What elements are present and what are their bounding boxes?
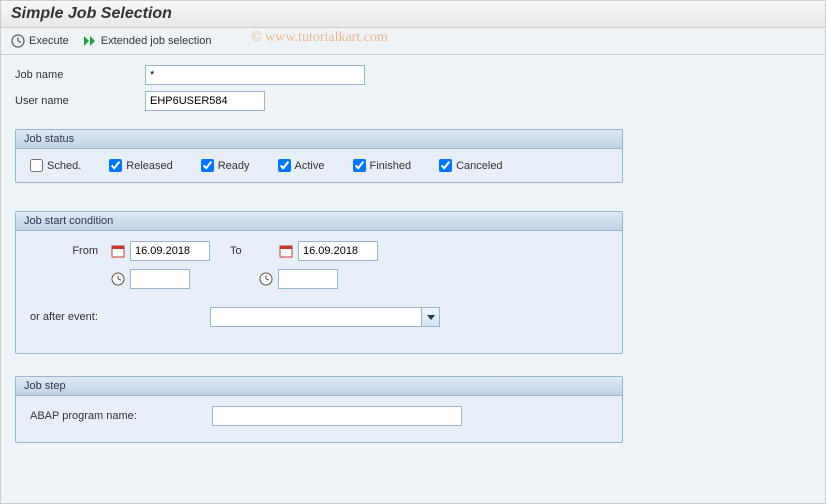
job-name-input[interactable]: [145, 65, 365, 85]
user-name-label: User name: [15, 95, 145, 107]
from-time-input[interactable]: [130, 269, 190, 289]
app-window: Simple Job Selection Execute Extended jo…: [0, 0, 826, 504]
active-checkbox-input[interactable]: [278, 159, 291, 172]
user-name-row: User name: [15, 91, 811, 111]
canceled-checkbox[interactable]: Canceled: [439, 159, 502, 172]
ready-label: Ready: [218, 160, 250, 172]
job-status-group: Job status Sched. Released Ready: [15, 129, 623, 183]
ready-checkbox-input[interactable]: [201, 159, 214, 172]
abap-program-input[interactable]: [212, 406, 462, 426]
to-date-icon[interactable]: [278, 243, 294, 259]
job-name-row: Job name: [15, 65, 811, 85]
combo-dropdown-button[interactable]: [421, 308, 439, 326]
released-label: Released: [126, 160, 172, 172]
extended-selection-button[interactable]: Extended job selection: [83, 34, 212, 48]
page-title: Simple Job Selection: [11, 5, 172, 22]
job-status-title: Job status: [16, 130, 622, 149]
job-start-title: Job start condition: [16, 212, 622, 231]
watermark-text: © www.tutorialkart.com: [251, 30, 388, 46]
active-checkbox[interactable]: Active: [278, 159, 325, 172]
execute-label: Execute: [29, 35, 69, 47]
from-date-input[interactable]: [130, 241, 210, 261]
job-step-group: Job step ABAP program name:: [15, 376, 623, 443]
extended-icon: [83, 34, 97, 48]
to-time-icon[interactable]: [258, 271, 274, 287]
form-body: Job name User name Job status Sched. Rel…: [1, 55, 825, 453]
job-start-group: Job start condition From To: [15, 211, 623, 354]
execute-button[interactable]: Execute: [11, 34, 69, 48]
sched-checkbox[interactable]: Sched.: [30, 159, 81, 172]
sched-checkbox-input[interactable]: [30, 159, 43, 172]
ready-checkbox[interactable]: Ready: [201, 159, 250, 172]
canceled-checkbox-input[interactable]: [439, 159, 452, 172]
from-to-date-row: From To: [30, 241, 608, 261]
execute-icon: [11, 34, 25, 48]
canceled-label: Canceled: [456, 160, 502, 172]
after-event-label: or after event:: [30, 311, 210, 323]
from-date-icon[interactable]: [110, 243, 126, 259]
page-title-bar: Simple Job Selection: [1, 1, 825, 28]
from-to-time-row: [30, 269, 608, 289]
sched-label: Sched.: [47, 160, 81, 172]
job-name-label: Job name: [15, 69, 145, 81]
from-time-icon[interactable]: [110, 271, 126, 287]
extended-label: Extended job selection: [101, 35, 212, 47]
after-event-row: or after event:: [30, 307, 608, 327]
to-label: To: [230, 245, 258, 257]
abap-row: ABAP program name:: [30, 406, 608, 426]
to-date-input[interactable]: [298, 241, 378, 261]
finished-label: Finished: [370, 160, 412, 172]
to-time-input[interactable]: [278, 269, 338, 289]
abap-label: ABAP program name:: [30, 410, 212, 422]
from-label: From: [30, 245, 110, 257]
finished-checkbox-input[interactable]: [353, 159, 366, 172]
released-checkbox-input[interactable]: [109, 159, 122, 172]
toolbar: Execute Extended job selection © www.tut…: [1, 28, 825, 55]
job-step-title: Job step: [16, 377, 622, 396]
released-checkbox[interactable]: Released: [109, 159, 172, 172]
finished-checkbox[interactable]: Finished: [353, 159, 412, 172]
active-label: Active: [295, 160, 325, 172]
user-name-input[interactable]: [145, 91, 265, 111]
chevron-down-icon: [426, 312, 436, 322]
after-event-combo[interactable]: [210, 307, 440, 327]
status-checkbox-row: Sched. Released Ready Active: [30, 159, 608, 172]
